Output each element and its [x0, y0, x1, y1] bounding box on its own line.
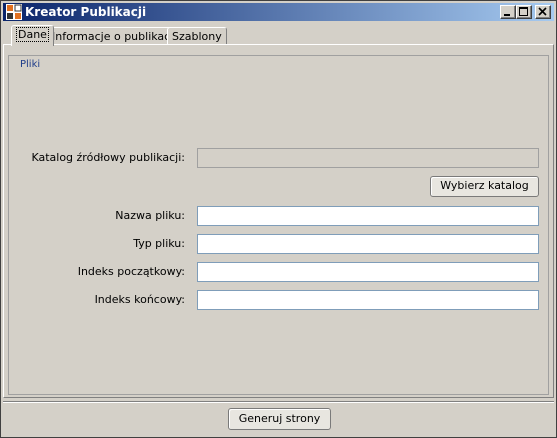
- end-index-label: Indeks końcowy:: [94, 293, 185, 306]
- app-icon: [6, 4, 22, 20]
- bottom-separator: [3, 401, 554, 403]
- file-type-field[interactable]: [197, 234, 539, 254]
- title-bar[interactable]: Kreator Publikacji: [3, 3, 554, 21]
- minimize-icon: [504, 14, 510, 16]
- source-dir-label: Katalog źródłowy publikacji:: [31, 151, 185, 164]
- maximize-button[interactable]: [516, 5, 532, 19]
- tab-szablony[interactable]: Szablony: [167, 27, 227, 45]
- file-type-label: Typ pliku:: [133, 237, 185, 250]
- tab-dane-label: Dane: [16, 27, 49, 42]
- close-icon: [538, 7, 547, 16]
- start-index-label: Indeks początkowy:: [77, 265, 185, 278]
- file-name-label: Nazwa pliku:: [115, 209, 185, 222]
- tab-informacje-o-publikacji[interactable]: Informacje o publikacji: [47, 27, 182, 45]
- tab-strip: Dane Informacje o publikacji Szablony: [1, 23, 557, 46]
- maximize-icon: [519, 7, 528, 16]
- tab-szablony-label: Szablony: [172, 30, 222, 43]
- generate-pages-button[interactable]: Generuj strony: [228, 408, 331, 430]
- minimize-button[interactable]: [500, 5, 516, 19]
- main-window: Kreator Publikacji Dane Informacje o pub…: [0, 0, 557, 438]
- end-index-field[interactable]: [197, 290, 539, 310]
- source-dir-field: [197, 148, 539, 168]
- close-button[interactable]: [535, 5, 551, 19]
- window-title: Kreator Publikacji: [25, 5, 147, 19]
- tab-dane[interactable]: Dane: [11, 25, 54, 46]
- tab-informacje-label: Informacje o publikacji: [52, 30, 177, 43]
- choose-directory-button[interactable]: Wybierz katalog: [430, 176, 539, 197]
- file-name-field[interactable]: [197, 206, 539, 226]
- start-index-field[interactable]: [197, 262, 539, 282]
- files-group-legend: Pliki: [18, 59, 43, 71]
